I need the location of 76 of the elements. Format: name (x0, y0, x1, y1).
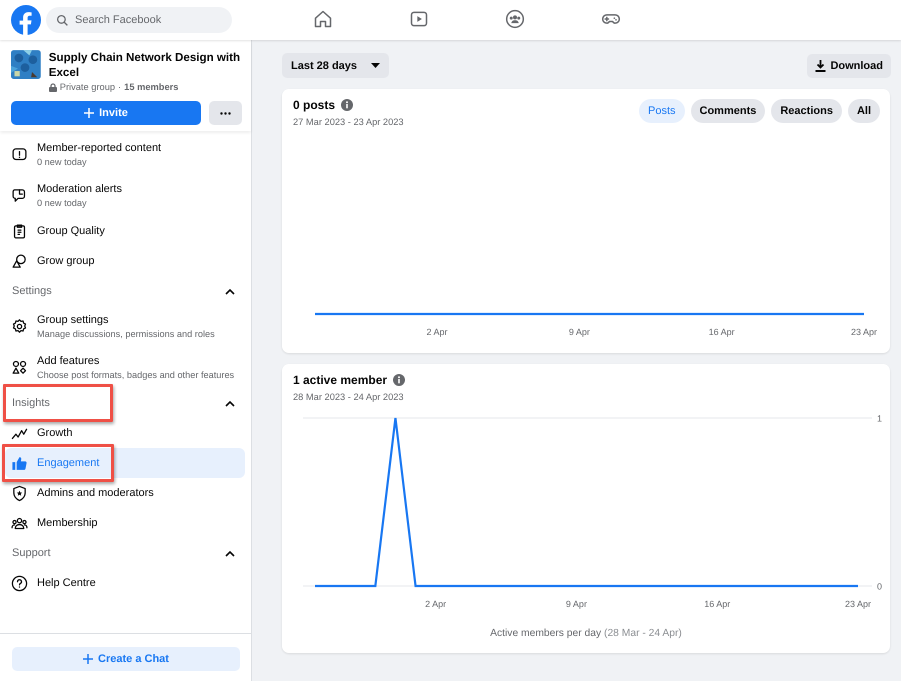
create-chat-button[interactable]: Create a Chat (12, 647, 240, 671)
sidebar-item[interactable]: Add features Choose post formats, badges and other features (5, 347, 245, 388)
sidebar-item[interactable]: Membership (5, 508, 245, 538)
axis-label: 2 Apr (425, 599, 446, 609)
group-name[interactable]: Supply Chain Network Design with Excel (48, 50, 246, 80)
filter-chip[interactable]: Reactions (771, 99, 842, 123)
plus-icon (84, 108, 94, 118)
axis-label: 0 (877, 582, 882, 592)
item-subtitle: Choose post formats, badges and other features (37, 369, 234, 381)
clipboard-icon (11, 222, 28, 240)
groups-icon (505, 8, 525, 28)
plus-icon (83, 654, 94, 664)
axis-label: 16 Apr (708, 327, 735, 337)
features-icon (11, 359, 28, 376)
section-heading: Support (12, 546, 51, 560)
search-input[interactable]: Search Facebook (75, 14, 225, 26)
more-icon (220, 112, 231, 114)
invite-button[interactable]: Invite (11, 101, 201, 125)
axis-label: 1 (877, 414, 882, 424)
sidebar-item[interactable]: Member-reported content 0 new today (5, 134, 245, 175)
info-icon[interactable] (393, 374, 406, 386)
card-title: 0 posts (293, 98, 336, 112)
member-count[interactable]: 15 members (124, 82, 178, 92)
date-range-dropdown[interactable]: Last 28 days (282, 53, 390, 78)
item-subtitle: 0 new today (37, 197, 88, 209)
sidebar-item[interactable]: Help Centre (5, 568, 245, 598)
axis-label: 9 Apr (568, 327, 590, 337)
axis-label: 16 Apr (704, 599, 730, 609)
search-field[interactable]: Search Facebook (46, 7, 232, 33)
item-label: Group settings (37, 313, 110, 327)
item-subtitle: 0 new today (37, 156, 88, 168)
video-icon (409, 8, 429, 28)
speech-bubble-icon (11, 187, 28, 204)
filter-chip[interactable]: Posts (639, 99, 685, 123)
section-heading: Settings (12, 284, 52, 298)
chevron-icon[interactable] (225, 400, 235, 406)
sidebar-item[interactable]: Grow group (5, 246, 245, 276)
section-heading: Insights (12, 396, 50, 410)
lock-icon (48, 82, 57, 92)
download-icon (815, 60, 826, 72)
download-button[interactable]: Download (807, 54, 891, 78)
sidebar-item[interactable]: Group Quality (5, 216, 245, 246)
axis-label: 9 Apr (566, 599, 587, 609)
item-subtitle: Manage discussions, permissions and roles (37, 328, 215, 340)
caret-icon (371, 63, 380, 68)
filter-chip[interactable]: All (848, 99, 880, 123)
date-range: 27 Mar 2023 - 23 Apr 2023 (293, 117, 404, 127)
sidebar-item[interactable]: Group settings Manage discussions, permissions and roles (5, 306, 245, 347)
facebook-logo-icon[interactable] (11, 5, 41, 35)
card-title: 1 active member (293, 373, 388, 387)
info-icon[interactable] (341, 99, 354, 111)
filter-chip[interactable]: Comments (690, 99, 766, 123)
shield-star-icon (11, 484, 28, 502)
date-range: 28 Mar 2023 - 24 Apr 2023 (293, 392, 405, 402)
home-icon (313, 8, 333, 28)
chevron-icon[interactable] (225, 288, 235, 294)
help-icon (11, 574, 28, 592)
item-label: Moderation alerts (37, 182, 122, 196)
axis-label: 2 Apr (426, 327, 448, 337)
sidebar-item[interactable]: Growth (5, 418, 245, 448)
sidebar-item[interactable]: Moderation alerts 0 new today (5, 175, 245, 216)
alert-icon (11, 146, 28, 163)
chart-caption: Active members per day (490, 628, 602, 639)
dot-separator: · (118, 82, 122, 92)
thumbs-up-icon (11, 454, 28, 472)
group-privacy: Private group (60, 82, 116, 92)
gear-icon (11, 318, 28, 335)
chevron-icon[interactable] (225, 550, 235, 556)
search-icon (56, 14, 69, 26)
item-label: Member-reported content (37, 141, 162, 155)
caption-range: (28 Mar - 24 Apr) (604, 628, 682, 639)
sidebar-item[interactable]: Admins and moderators (5, 478, 245, 508)
axis-label: 23 Apr (850, 327, 878, 337)
shapes-icon (11, 252, 28, 270)
axis-label: 23 Apr (844, 599, 872, 609)
item-label: Add features (37, 354, 100, 368)
